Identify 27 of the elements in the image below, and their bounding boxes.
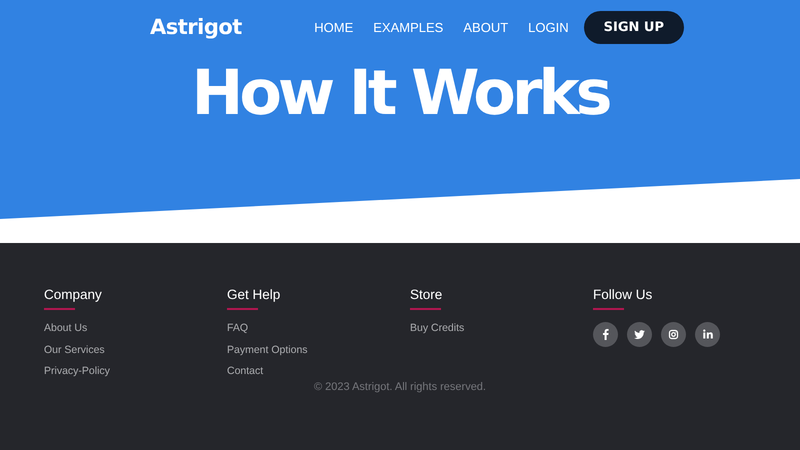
logo[interactable]: Astrigot [150, 15, 242, 39]
nav-link[interactable]: ABOUT [463, 20, 508, 34]
sign-up-button[interactable]: SIGN UP [584, 10, 684, 44]
page-title: How It Works [190, 59, 610, 128]
column-heading: Follow Us [593, 287, 652, 302]
footer-link[interactable]: Payment Options [227, 344, 308, 357]
column-heading: Store [410, 287, 442, 302]
heading-underline [593, 308, 624, 310]
bird-icon[interactable] [627, 322, 652, 347]
nav-link[interactable]: HOME [314, 20, 354, 34]
footer-link[interactable]: About Us [44, 322, 88, 336]
footer-link[interactable]: Contact [227, 365, 264, 378]
heading-underline [227, 308, 258, 310]
column-heading: Company [44, 287, 102, 302]
facebook-icon[interactable] [593, 322, 618, 347]
linkedin-icon[interactable] [695, 322, 720, 347]
copyright-text: © 2023 Astrigot. All rights reserved. [313, 380, 487, 392]
camera-icon[interactable] [661, 322, 686, 347]
footer-link[interactable]: Buy Credits [410, 322, 464, 336]
nav-link[interactable]: EXAMPLES [373, 20, 444, 34]
footer-link[interactable]: Privacy-Policy [44, 365, 110, 378]
footer-link[interactable]: FAQ [227, 322, 248, 336]
heading-underline [410, 308, 441, 310]
heading-underline [44, 308, 75, 310]
nav-link[interactable]: LOGIN [528, 20, 569, 34]
column-heading: Get Help [227, 287, 280, 302]
footer-link[interactable]: Our Services [44, 344, 105, 357]
